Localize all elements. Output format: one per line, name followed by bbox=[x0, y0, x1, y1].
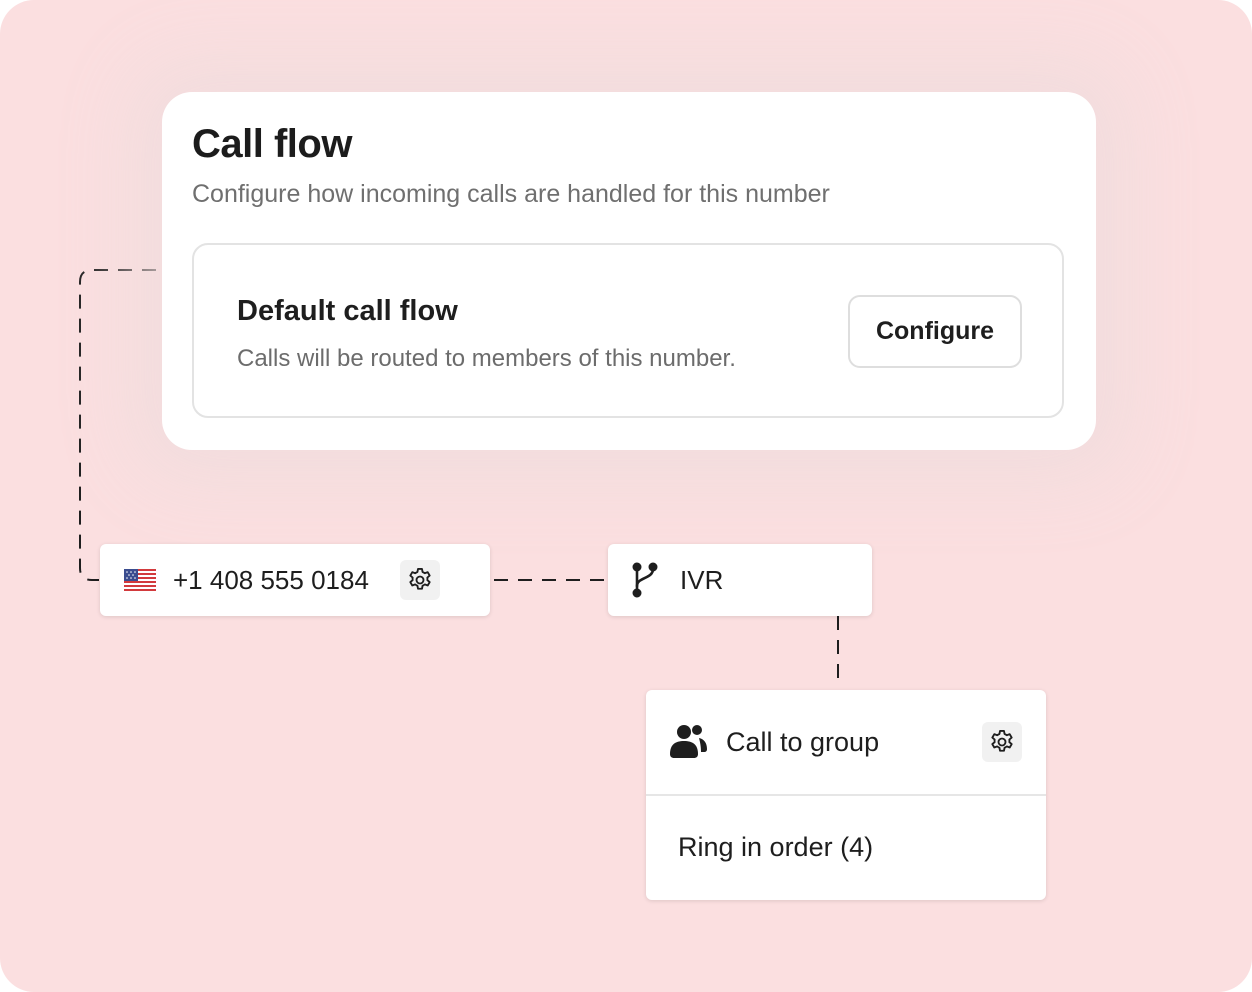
call-flow-canvas: Call flow Configure how incoming calls a… bbox=[0, 0, 1252, 992]
default-call-flow-panel: Default call flow Calls will be routed t… bbox=[192, 243, 1064, 418]
connector-card-to-phone bbox=[79, 269, 156, 581]
default-call-flow-title: Default call flow bbox=[237, 295, 458, 327]
configure-button[interactable]: Configure bbox=[848, 295, 1022, 368]
ring-strategy-label: Ring in order (4) bbox=[678, 832, 874, 862]
page-subtitle: Configure how incoming calls are handled… bbox=[192, 180, 830, 208]
gear-icon bbox=[991, 729, 1013, 752]
default-call-flow-description: Calls will be routed to members of this … bbox=[237, 345, 736, 372]
call-to-group-label: Call to group bbox=[726, 727, 880, 757]
call-flow-card: Call flow Configure how incoming calls a… bbox=[162, 92, 1096, 450]
ivr-label: IVR bbox=[680, 565, 724, 595]
users-icon bbox=[670, 725, 707, 758]
phone-number-node[interactable]: +1 408 555 0184 bbox=[100, 544, 490, 616]
phone-number-label: +1 408 555 0184 bbox=[173, 565, 369, 595]
group-divider bbox=[646, 794, 1046, 796]
page-title: Call flow bbox=[192, 122, 352, 166]
phone-settings-button[interactable] bbox=[400, 560, 440, 600]
gear-icon bbox=[409, 567, 431, 590]
group-settings-button[interactable] bbox=[982, 722, 1022, 762]
call-to-group-node[interactable]: Call to group Ring in order (4) bbox=[646, 690, 1046, 900]
ivr-node[interactable]: IVR bbox=[608, 544, 872, 616]
branch-icon bbox=[632, 562, 658, 598]
us-flag-icon bbox=[124, 569, 156, 591]
